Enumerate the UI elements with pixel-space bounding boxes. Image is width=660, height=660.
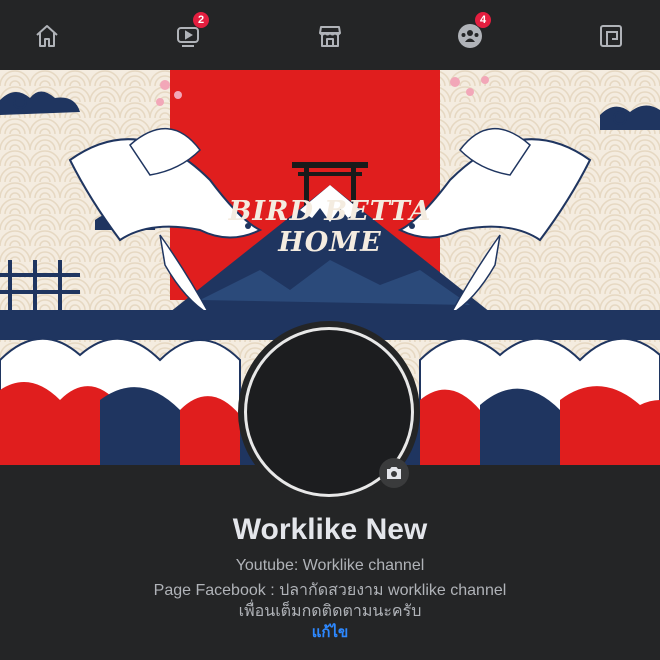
- cover-title: BIRD BETTA HOME: [228, 196, 432, 258]
- nav-marketplace[interactable]: [302, 18, 358, 54]
- edit-bio-link[interactable]: แก้ไข: [0, 620, 660, 644]
- home-icon: [36, 25, 58, 47]
- groups-badge: 4: [475, 12, 491, 28]
- profile-name: Worklike New: [232, 513, 428, 546]
- nav-groups[interactable]: 4: [442, 12, 498, 54]
- nav-gaming[interactable]: [583, 18, 639, 54]
- camera-icon: [387, 467, 401, 479]
- gaming-icon: [600, 25, 622, 47]
- watch-badge: 2: [193, 12, 209, 28]
- marketplace-icon: [319, 26, 341, 47]
- nav-home[interactable]: [19, 18, 75, 54]
- change-photo-button[interactable]: [379, 458, 409, 488]
- nav-watch[interactable]: 2: [160, 12, 216, 54]
- top-navigation: 2 4: [0, 0, 660, 70]
- bio-line-youtube: Youtube: Worklike channel: [235, 557, 425, 574]
